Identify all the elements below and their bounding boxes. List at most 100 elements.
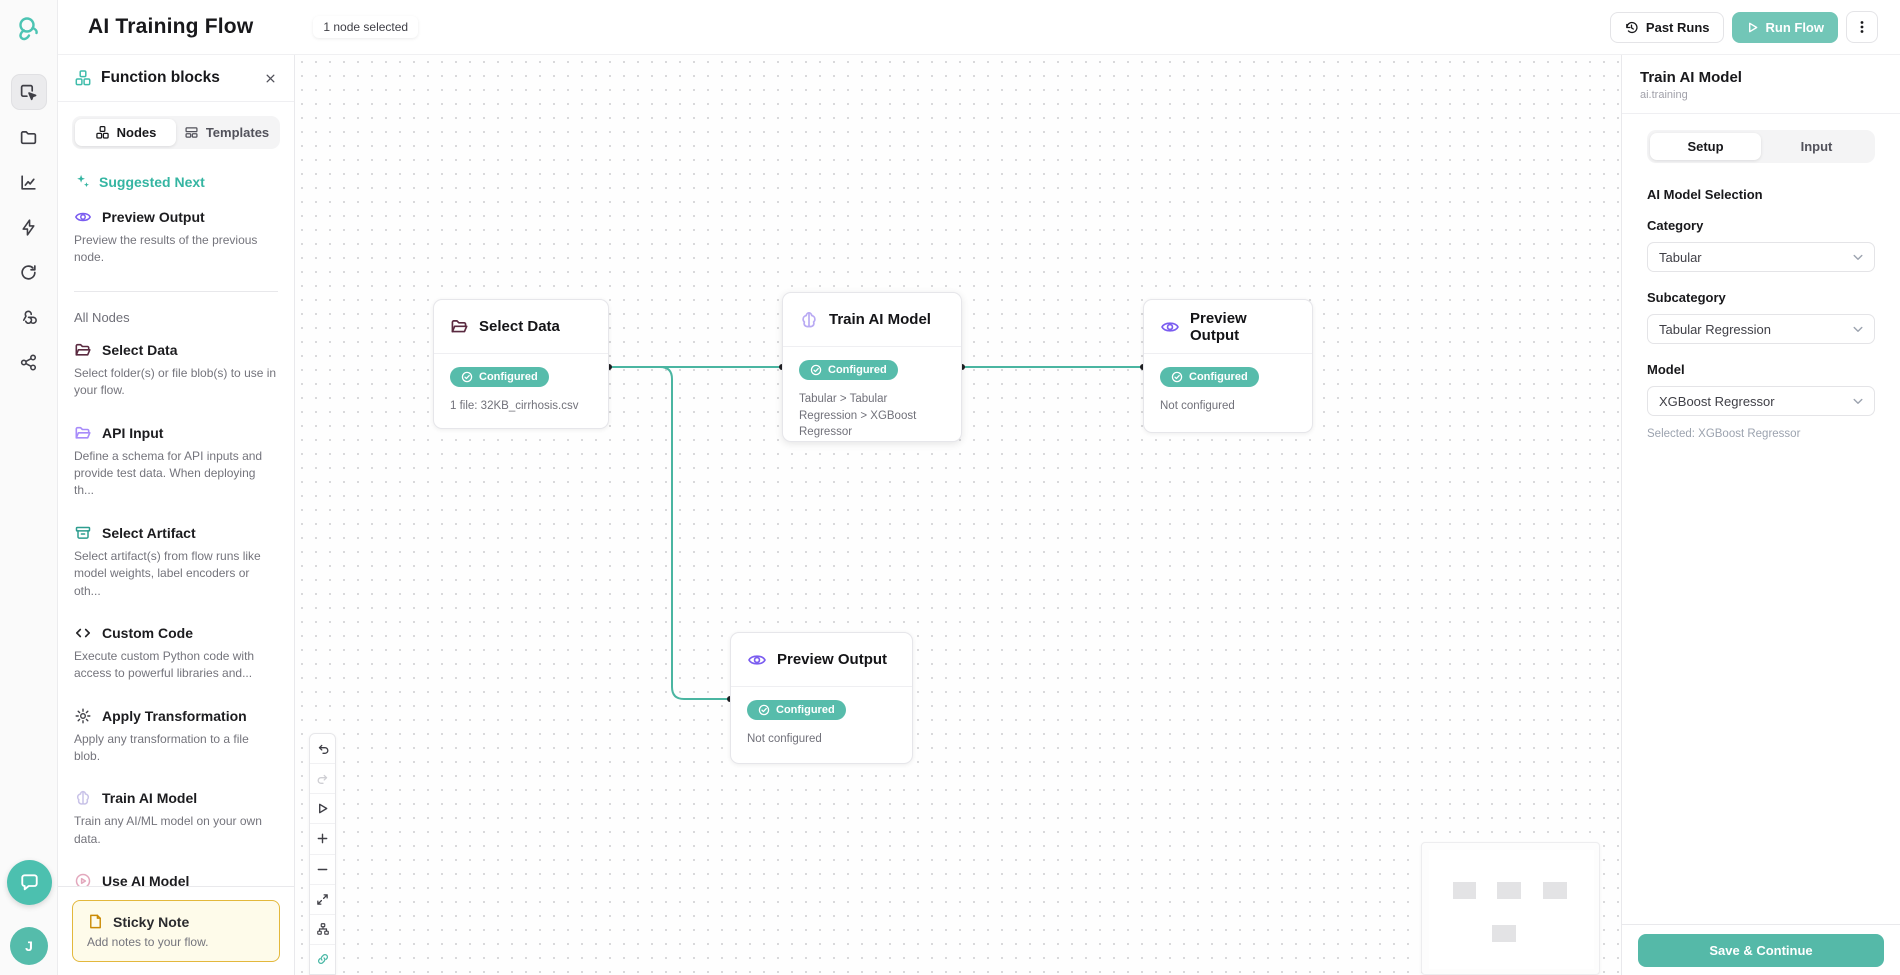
status-badge: Configured bbox=[799, 360, 898, 380]
note-icon bbox=[87, 913, 104, 930]
minimap-node bbox=[1497, 882, 1521, 899]
folder-open-icon bbox=[74, 341, 92, 359]
chat-bubble-icon[interactable] bbox=[7, 860, 52, 905]
save-continue-button[interactable]: Save & Continue bbox=[1638, 934, 1884, 967]
node-inspector: Train AI Model ai.training Setup Input A… bbox=[1621, 55, 1900, 975]
past-runs-button[interactable]: Past Runs bbox=[1610, 12, 1724, 43]
fit-view-icon[interactable] bbox=[310, 885, 335, 915]
sparkles-icon bbox=[74, 173, 91, 190]
palette-item-custom-code[interactable]: Custom Code Execute custom Python code w… bbox=[74, 624, 278, 683]
status-badge: Configured bbox=[450, 367, 549, 387]
tab-nodes[interactable]: Nodes bbox=[75, 119, 176, 146]
minimap-node bbox=[1543, 882, 1567, 899]
palette-item-select-data[interactable]: Select Data Select folder(s) or file blo… bbox=[74, 341, 278, 400]
node-detail: Tabular > Tabular Regression > XGBoost R… bbox=[799, 391, 945, 441]
app-root: Select Data Configured 1 file: 32KB_cirr… bbox=[0, 0, 1900, 975]
minimap-node bbox=[1453, 882, 1476, 899]
function-blocks-panel: Function blocks Nodes Templates bbox=[58, 55, 295, 975]
selected-model-helper: Selected: XGBoost Regressor bbox=[1647, 428, 1875, 440]
zoom-in-icon[interactable] bbox=[310, 824, 335, 854]
inspector-title: Train AI Model bbox=[1640, 69, 1882, 86]
panel-footer: Sticky Note Add notes to your flow. bbox=[58, 886, 294, 975]
tab-input[interactable]: Input bbox=[1761, 133, 1872, 160]
palette-item-preview-output[interactable]: Preview Output Preview the results of th… bbox=[74, 208, 278, 267]
chevron-down-icon bbox=[1853, 398, 1863, 405]
user-avatar[interactable]: J bbox=[10, 927, 48, 965]
palette-item-sticky-note[interactable]: Sticky Note Add notes to your flow. bbox=[72, 900, 280, 962]
webhook-icon[interactable] bbox=[11, 299, 47, 335]
panel-tabs: Nodes Templates bbox=[72, 116, 280, 149]
templates-icon bbox=[184, 125, 199, 140]
canvas-toolbar bbox=[309, 733, 336, 975]
minimap[interactable] bbox=[1421, 842, 1600, 975]
flow-canvas[interactable] bbox=[295, 55, 1621, 975]
folder-icon bbox=[74, 424, 92, 442]
minimap-viewport bbox=[1429, 850, 1594, 969]
palette-item-train-ai-model[interactable]: Train AI Model Train any AI/ML model on … bbox=[74, 789, 278, 848]
palette-item-select-artifact[interactable]: Select Artifact Select artifact(s) from … bbox=[74, 524, 278, 600]
panel-title: Function blocks bbox=[101, 69, 254, 87]
history-icon bbox=[1624, 20, 1639, 35]
page-title: AI Training Flow bbox=[88, 15, 253, 39]
node-title: Preview Output bbox=[777, 651, 887, 668]
chevron-down-icon bbox=[1853, 254, 1863, 261]
flow-node-train-ai-model[interactable]: Train AI Model Configured Tabular > Tabu… bbox=[782, 292, 962, 442]
auto-layout-icon[interactable] bbox=[310, 915, 335, 945]
inspector-body: Setup Input AI Model Selection Category … bbox=[1622, 114, 1900, 456]
code-icon bbox=[74, 624, 92, 642]
subcategory-label: Subcategory bbox=[1647, 290, 1875, 305]
line-chart-icon[interactable] bbox=[11, 164, 47, 200]
link-icon[interactable] bbox=[310, 945, 335, 974]
share-icon[interactable] bbox=[11, 344, 47, 380]
category-select[interactable]: Tabular bbox=[1647, 242, 1875, 272]
flow-node-preview-output-2[interactable]: Preview Output Configured Not configured bbox=[730, 632, 913, 764]
gear-icon bbox=[74, 707, 92, 725]
zap-icon[interactable] bbox=[11, 209, 47, 245]
model-select[interactable]: XGBoost Regressor bbox=[1647, 386, 1875, 416]
category-label: Category bbox=[1647, 218, 1875, 233]
folder-open-icon bbox=[450, 317, 469, 336]
topbar-actions: Past Runs Run Flow bbox=[1610, 11, 1878, 43]
palette-item-desc: Define a schema for API inputs and provi… bbox=[74, 448, 278, 500]
inspector-subtitle: ai.training bbox=[1640, 89, 1882, 101]
more-options-button[interactable] bbox=[1846, 11, 1878, 43]
refresh-icon[interactable] bbox=[11, 254, 47, 290]
node-body: Configured Not configured bbox=[1144, 354, 1312, 428]
blocks-icon bbox=[74, 69, 92, 87]
suggested-next-header: Suggested Next bbox=[74, 173, 278, 190]
undo-icon[interactable] bbox=[310, 734, 335, 764]
topbar: AI Training Flow 1 node selected Past Ru… bbox=[58, 0, 1900, 55]
all-nodes-label: All Nodes bbox=[74, 310, 278, 325]
node-header: Select Data bbox=[434, 300, 608, 354]
node-body: Configured 1 file: 32KB_cirrhosis.csv bbox=[434, 354, 608, 428]
node-title: Train AI Model bbox=[829, 311, 931, 328]
node-title: Select Data bbox=[479, 318, 560, 335]
palette-item-desc: Train any AI/ML model on your own data. bbox=[74, 813, 278, 848]
subcategory-select[interactable]: Tabular Regression bbox=[1647, 314, 1875, 344]
palette-item-apply-transformation[interactable]: Apply Transformation Apply any transform… bbox=[74, 707, 278, 766]
node-header: Preview Output bbox=[1144, 300, 1312, 354]
select-tool-icon[interactable] bbox=[11, 74, 47, 110]
tab-templates[interactable]: Templates bbox=[176, 119, 277, 146]
tab-setup[interactable]: Setup bbox=[1650, 133, 1761, 160]
play-icon[interactable] bbox=[310, 794, 335, 824]
app-logo-icon[interactable] bbox=[12, 12, 46, 46]
zoom-out-icon[interactable] bbox=[310, 855, 335, 885]
flow-node-preview-output-1[interactable]: Preview Output Configured Not configured bbox=[1143, 299, 1313, 433]
left-rail: J bbox=[0, 0, 58, 975]
palette-item-desc: Select artifact(s) from flow runs like m… bbox=[74, 548, 278, 600]
redo-icon[interactable] bbox=[310, 764, 335, 794]
inspector-tabs: Setup Input bbox=[1647, 130, 1875, 163]
palette-item-api-input[interactable]: API Input Define a schema for API inputs… bbox=[74, 424, 278, 500]
archive-icon bbox=[74, 524, 92, 542]
folder-icon[interactable] bbox=[11, 119, 47, 155]
rail-nav bbox=[11, 74, 47, 380]
kebab-icon bbox=[1855, 19, 1869, 35]
model-label: Model bbox=[1647, 362, 1875, 377]
run-flow-button[interactable]: Run Flow bbox=[1732, 12, 1839, 43]
node-header: Preview Output bbox=[731, 633, 912, 687]
close-icon[interactable] bbox=[263, 71, 278, 86]
eye-icon bbox=[74, 208, 92, 226]
rail-bottom: J bbox=[0, 860, 58, 975]
flow-node-select-data[interactable]: Select Data Configured 1 file: 32KB_cirr… bbox=[433, 299, 609, 429]
